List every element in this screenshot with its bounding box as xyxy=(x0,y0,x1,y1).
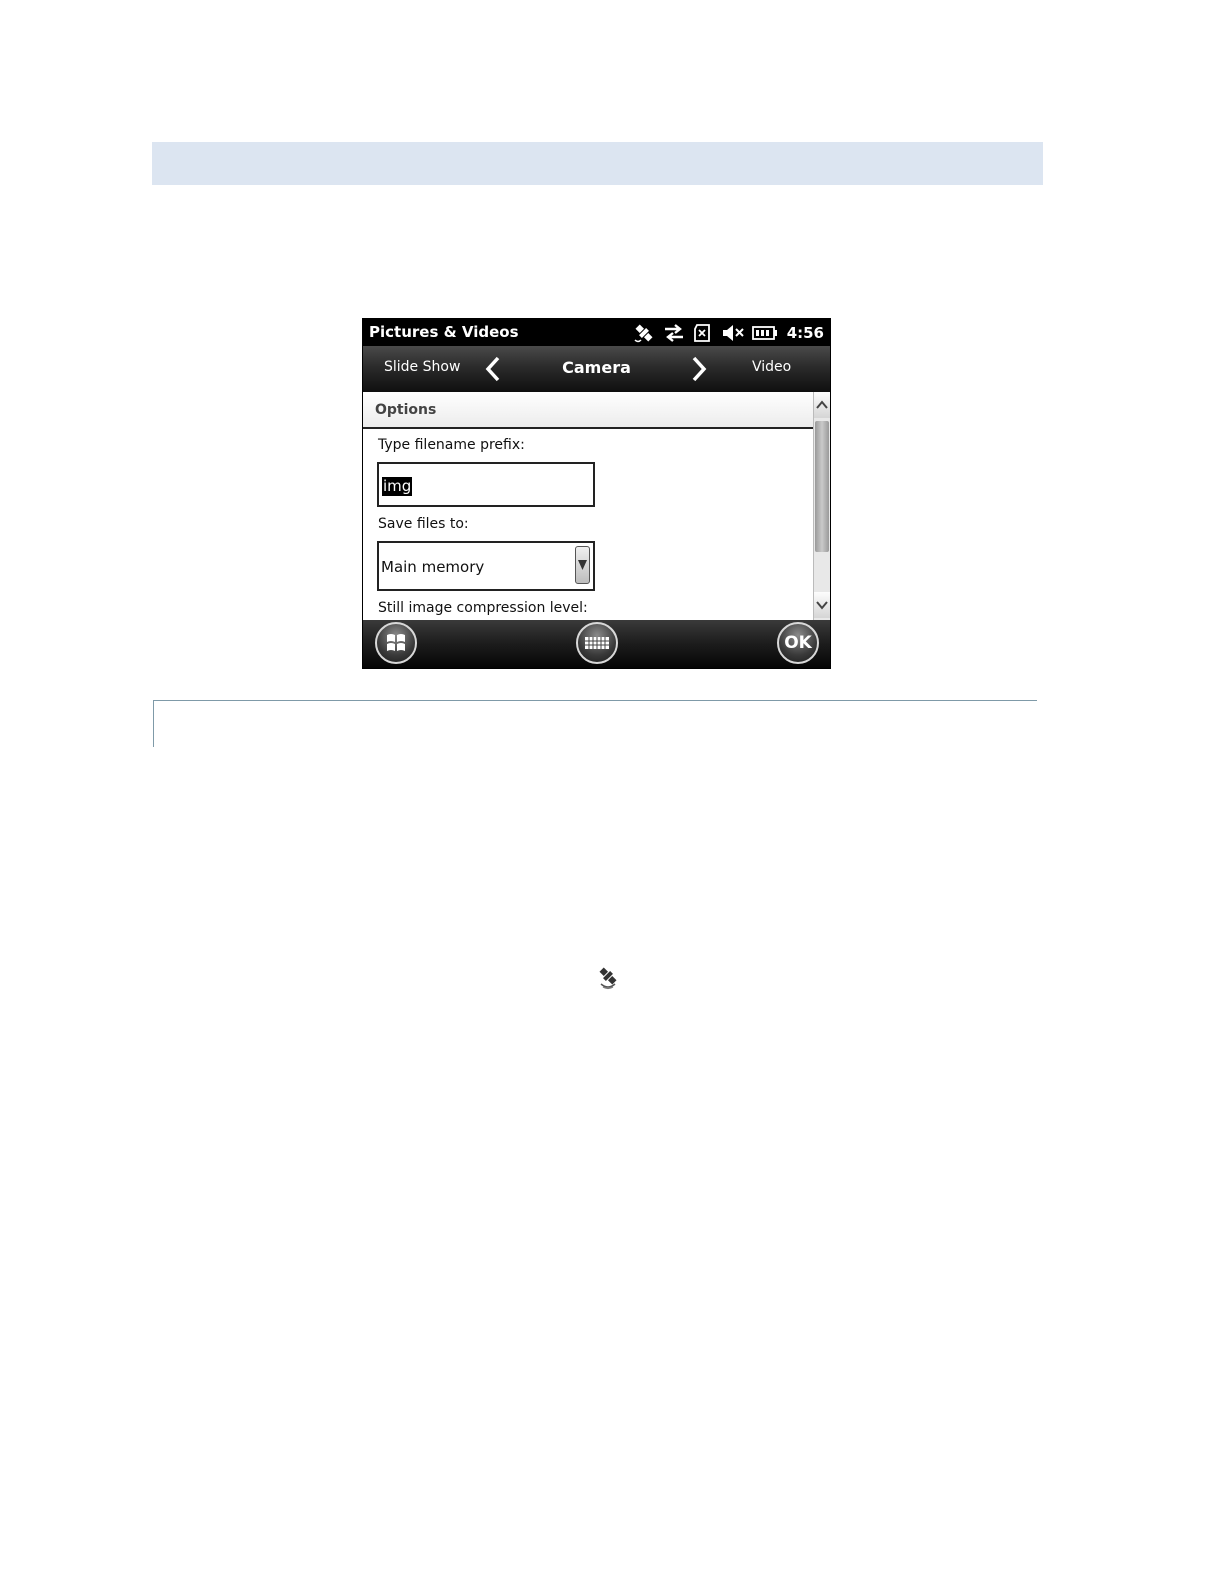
dropdown-arrow-button[interactable] xyxy=(575,546,590,584)
scroll-up-button[interactable] xyxy=(814,392,830,418)
save-location-value: Main memory xyxy=(381,558,485,576)
no-sim-card-icon[interactable] xyxy=(692,323,714,343)
windows-start-icon xyxy=(387,634,405,651)
scroll-thumb[interactable] xyxy=(815,421,829,552)
title-bar: Pictures & Videos 4:56 xyxy=(363,319,830,346)
gps-satellite-icon[interactable] xyxy=(632,322,656,344)
scroll-down-button[interactable] xyxy=(814,592,830,618)
vertical-scrollbar[interactable] xyxy=(813,392,830,620)
options-title: Options xyxy=(375,402,437,418)
keyboard-button[interactable] xyxy=(576,622,618,664)
save-location-label: Save files to: xyxy=(378,516,469,532)
prefix-label: Type filename prefix: xyxy=(378,437,525,453)
options-content: Options Type filename prefix: img Save f… xyxy=(363,392,830,620)
ok-label: OK xyxy=(784,633,812,653)
status-icons: 4:56 xyxy=(632,321,824,344)
soft-key-bar: OK xyxy=(363,620,830,668)
gps-satellite-icon xyxy=(596,966,620,994)
triangle-down-icon xyxy=(578,560,587,570)
device-screen: Pictures & Videos 4:56 Slide Show Camera… xyxy=(362,318,831,669)
options-header: Options xyxy=(363,392,813,429)
nav-next-video[interactable]: Video xyxy=(752,359,791,375)
ok-button[interactable]: OK xyxy=(777,622,819,664)
page-rule xyxy=(153,700,1037,701)
start-button[interactable] xyxy=(375,622,417,664)
page-header-band xyxy=(152,142,1043,185)
clock: 4:56 xyxy=(786,323,824,342)
filename-prefix-input[interactable]: img xyxy=(377,462,595,507)
chevron-up-icon xyxy=(816,400,828,409)
battery-icon[interactable] xyxy=(751,325,778,341)
chevron-down-icon xyxy=(816,601,828,610)
sync-arrows-icon[interactable] xyxy=(663,323,685,343)
page-rule-vertical xyxy=(153,700,154,747)
compression-label: Still image compression level: xyxy=(378,600,588,616)
app-title: Pictures & Videos xyxy=(369,323,519,341)
save-location-select[interactable]: Main memory xyxy=(377,541,595,591)
keyboard-icon xyxy=(585,637,609,649)
filename-prefix-value: img xyxy=(382,477,413,496)
pivot-nav-bar: Slide Show Camera Video xyxy=(363,346,830,392)
chevron-right-icon[interactable] xyxy=(690,356,708,386)
speaker-muted-icon[interactable] xyxy=(721,323,745,343)
